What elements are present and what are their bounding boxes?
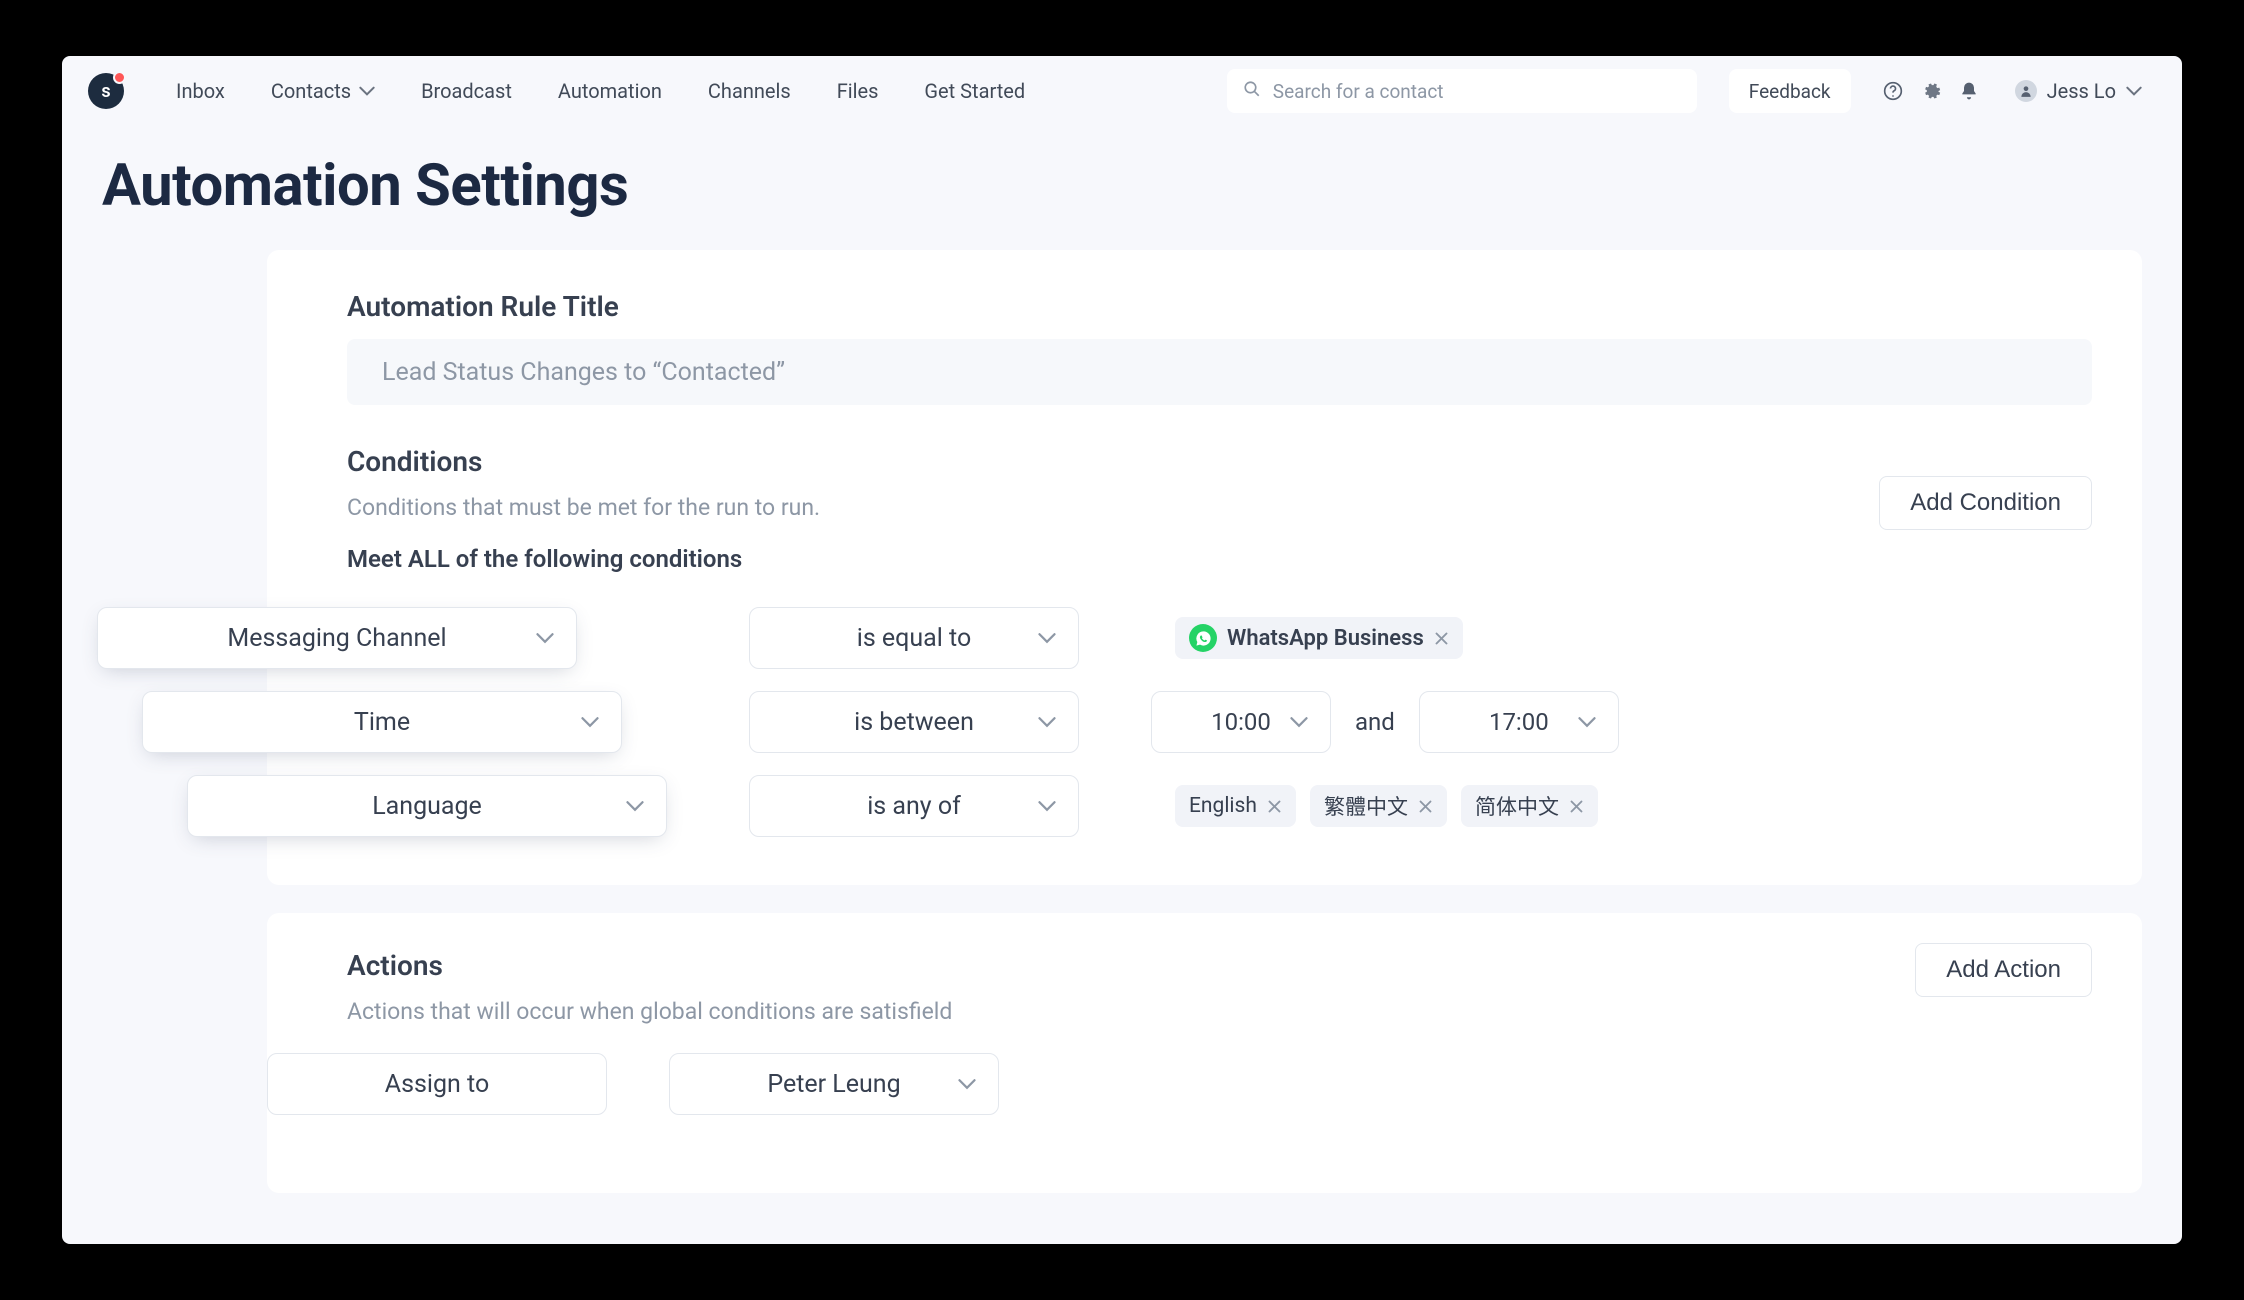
conditions-heading: Conditions (347, 445, 2092, 478)
action-target-select[interactable]: Peter Leung (669, 1053, 999, 1115)
action-row: Assign to Peter Leung (267, 1053, 2092, 1115)
remove-chip-icon[interactable] (1267, 799, 1282, 814)
feedback-button[interactable]: Feedback (1729, 69, 1851, 113)
chevron-down-icon (1038, 716, 1056, 728)
top-icons (1883, 81, 1979, 101)
chevron-down-icon (1578, 716, 1596, 728)
value-chip: 简体中文 (1461, 785, 1598, 827)
condition-operator-select[interactable]: is between (749, 691, 1079, 753)
add-condition-button[interactable]: Add Condition (1879, 476, 2092, 530)
search-icon (1243, 80, 1261, 103)
value-chip: English (1175, 785, 1296, 827)
condition-field-select[interactable]: Language (187, 775, 667, 837)
chevron-down-icon (1038, 632, 1056, 644)
chevron-down-icon (1038, 800, 1056, 812)
value-chip: 繁體中文 (1310, 785, 1447, 827)
chevron-down-icon (958, 1078, 976, 1090)
nav-automation[interactable]: Automation (558, 79, 662, 103)
condition-value-input[interactable]: WhatsApp Business (1151, 607, 1671, 669)
add-action-button[interactable]: Add Action (1915, 943, 2092, 997)
nav-channels[interactable]: Channels (708, 79, 791, 103)
condition-row: Messaging Channel is equal to WhatsApp B… (347, 607, 2092, 669)
user-name: Jess Lo (2047, 79, 2116, 103)
conditions-match-mode: Meet ALL of the following conditions (347, 545, 2092, 573)
actions-card: Add Action Actions Actions that will occ… (267, 913, 2142, 1193)
search-input[interactable]: Search for a contact (1227, 69, 1697, 113)
time-to-select[interactable]: 17:00 (1419, 691, 1619, 753)
condition-operator-select[interactable]: is equal to (749, 607, 1079, 669)
condition-row: Time is between 10:00 and 17:00 (347, 691, 2092, 753)
gear-icon[interactable] (1921, 81, 1941, 101)
action-type-select[interactable]: Assign to (267, 1053, 607, 1115)
nav-inbox[interactable]: Inbox (176, 79, 225, 103)
app-logo[interactable]: s (88, 73, 124, 109)
condition-value-input[interactable]: English 繁體中文 简体中文 (1151, 775, 1671, 837)
remove-chip-icon[interactable] (1418, 799, 1433, 814)
bell-icon[interactable] (1959, 81, 1979, 101)
rule-card: Automation Rule Title Lead Status Change… (267, 250, 2142, 885)
nav-contacts[interactable]: Contacts (271, 79, 375, 103)
time-from-select[interactable]: 10:00 (1151, 691, 1331, 753)
nav-files[interactable]: Files (837, 79, 879, 103)
actions-sub: Actions that will occur when global cond… (347, 998, 2092, 1025)
rule-title-input[interactable]: Lead Status Changes to “Contacted” (347, 339, 2092, 405)
chevron-down-icon (1290, 716, 1308, 728)
condition-field-select[interactable]: Time (142, 691, 622, 753)
remove-chip-icon[interactable] (1434, 631, 1449, 646)
chevron-down-icon (581, 716, 599, 728)
search-placeholder: Search for a contact (1273, 80, 1444, 103)
chevron-down-icon (626, 800, 644, 812)
condition-field-select[interactable]: Messaging Channel (97, 607, 577, 669)
time-joiner: and (1347, 708, 1403, 736)
page-title: Automation Settings (102, 152, 2182, 220)
condition-operator-select[interactable]: is any of (749, 775, 1079, 837)
value-chip: WhatsApp Business (1175, 617, 1463, 659)
user-menu[interactable]: Jess Lo (2015, 79, 2142, 103)
help-icon[interactable] (1883, 81, 1903, 101)
rule-title-label: Automation Rule Title (347, 290, 2092, 323)
chevron-down-icon (536, 632, 554, 644)
condition-row: Language is any of English 繁體中文 (347, 775, 2092, 837)
main-nav: Inbox Contacts Broadcast Automation Chan… (176, 79, 1025, 103)
top-nav: s Inbox Contacts Broadcast Automation Ch… (62, 56, 2182, 126)
whatsapp-icon (1189, 624, 1217, 652)
remove-chip-icon[interactable] (1569, 799, 1584, 814)
avatar-icon (2015, 80, 2037, 102)
nav-get-started[interactable]: Get Started (924, 79, 1025, 103)
nav-broadcast[interactable]: Broadcast (421, 79, 512, 103)
chevron-down-icon (359, 86, 375, 96)
actions-heading: Actions (347, 949, 2092, 982)
conditions-sub: Conditions that must be met for the run … (347, 494, 2092, 521)
chevron-down-icon (2126, 86, 2142, 96)
